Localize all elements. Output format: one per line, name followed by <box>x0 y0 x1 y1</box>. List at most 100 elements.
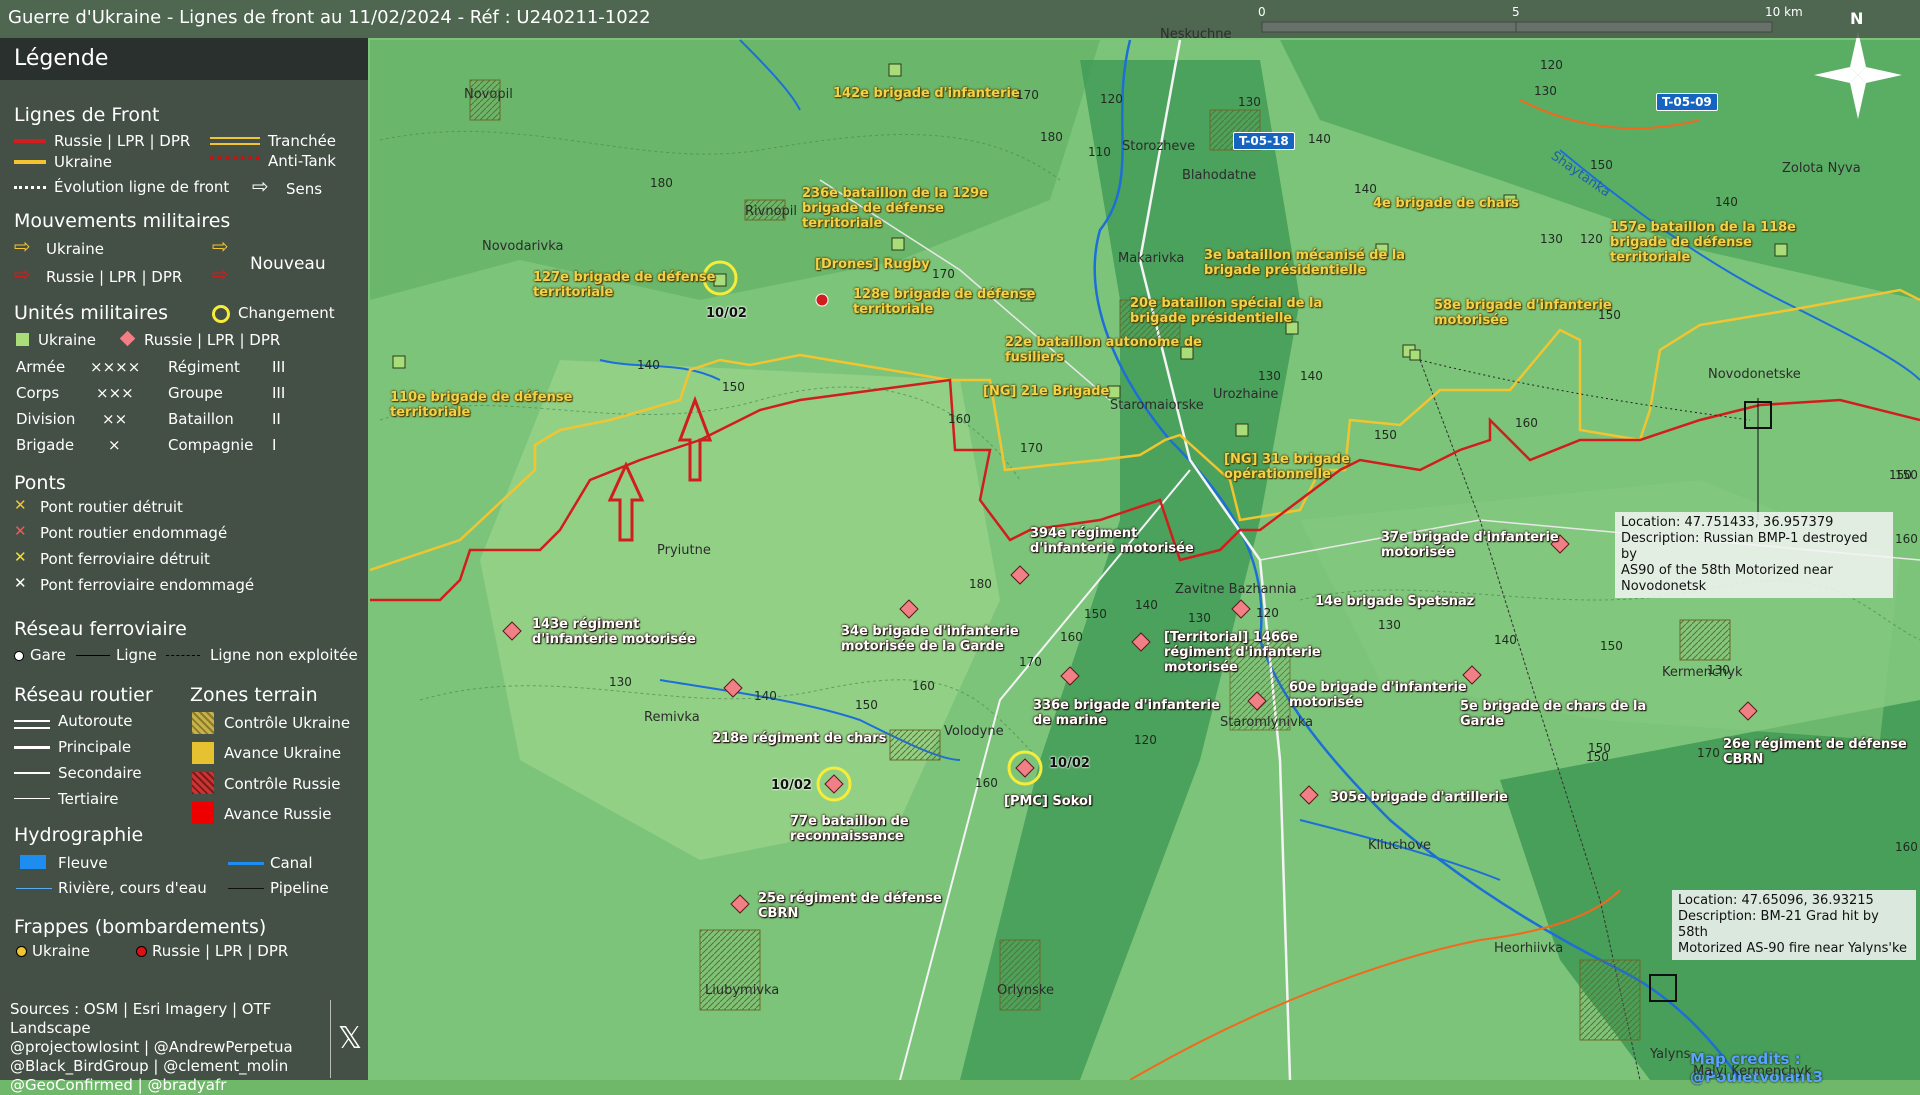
ua-unit-110[interactable]: 110e brigade de défense territoriale <box>390 390 572 420</box>
town-staromaiorske: Staromaiorske <box>1110 398 1204 413</box>
rail-non-label: Ligne non exploitée <box>210 646 358 664</box>
elevation-label: 140 <box>1354 182 1377 196</box>
ua-unit-4[interactable]: 4e brigade de chars <box>1373 196 1519 211</box>
change-date-sokol: 10/02 <box>1049 756 1090 771</box>
hydro-title: Hydrographie <box>14 824 144 846</box>
russia-line-label: Russie | LPR | DPR <box>54 132 191 150</box>
elevation-label: 130 <box>1540 232 1563 246</box>
ru-unit-5[interactable]: 5e brigade de chars de la Garde <box>1460 699 1646 729</box>
ru-unit-394[interactable]: 394e régiment d'infanterie motorisée <box>1030 526 1194 556</box>
echelon-groupe: Groupe <box>168 384 223 402</box>
elevation-label: 170 <box>1697 746 1720 760</box>
ru-unit-34[interactable]: 34e brigade d'infanterie motorisée de la… <box>841 624 1019 654</box>
elevation-label: 130 <box>1188 611 1211 625</box>
autoroute-swatch <box>14 720 50 729</box>
units-title: Unités militaires <box>14 302 169 324</box>
legend-panel: Légende Lignes de Front Russie | LPR | D… <box>0 38 368 1080</box>
ua-unit-20[interactable]: 20e bataillon spécial de la brigade prés… <box>1130 296 1322 326</box>
ru-unit-26[interactable]: 26e régiment de défense CBRN <box>1723 737 1907 767</box>
ru-unit-1466[interactable]: [Territorial] 1466e régiment d'infanteri… <box>1164 630 1321 675</box>
elevation-label: 150 <box>1895 468 1918 482</box>
zone-ua-control-swatch <box>192 712 214 734</box>
ru-unit-14[interactable]: 14e brigade Spetsnaz <box>1315 594 1474 609</box>
town-pryiutne: Pryiutne <box>657 543 711 558</box>
zone-ua-control-label: Contrôle Ukraine <box>224 714 351 732</box>
x-logo-icon[interactable]: 𝕏 <box>330 1000 369 1078</box>
elevation-label: 130 <box>609 675 632 689</box>
ru-unit-336[interactable]: 336e brigade d'infanterie de marine <box>1033 698 1220 728</box>
ua-unit-58[interactable]: 58e brigade d'infanterie motorisée <box>1434 298 1612 328</box>
elevation-label: 140 <box>754 689 777 703</box>
rail-ligne-label: Ligne <box>116 646 157 664</box>
rail-unused-swatch <box>166 655 200 656</box>
ua-unit-3[interactable]: 3e bataillon mécanisé de la brigade prés… <box>1204 248 1405 278</box>
strike-info-box-2: Location: 47.65096, 36.93215 Description… <box>1672 890 1916 960</box>
elevation-label: 160 <box>912 679 935 693</box>
zone-ua-advance-label: Avance Ukraine <box>224 744 342 762</box>
ua-unit-ng31[interactable]: [NG] 31e brigade opérationnelle <box>1224 452 1350 482</box>
ru-unit-143[interactable]: 143e régiment d'infanterie motorisée <box>532 617 696 647</box>
hydro-pipeline-label: Pipeline <box>270 879 329 897</box>
ru-unit-305[interactable]: 305e brigade d'artillerie <box>1330 790 1508 805</box>
town-heorhiivka: Heorhiivka <box>1494 941 1564 956</box>
ukraine-line-label: Ukraine <box>54 153 112 171</box>
strike-ua-label: Ukraine <box>32 942 90 960</box>
ru-unit-37[interactable]: 37e brigade d'infanterie motorisée <box>1381 530 1559 560</box>
echelon-regiment-symbol: III <box>272 358 286 376</box>
credits-line-3: @Black_BirdGroup | @clement_molin <box>10 1057 289 1075</box>
info2-desc-2: Motorized AS-90 fire near Yalyns'ke <box>1678 941 1908 956</box>
bridge-label-3: Pont ferroviaire détruit <box>40 550 210 568</box>
zones-title: Zones terrain <box>190 684 318 706</box>
tertiaire-swatch <box>14 798 50 799</box>
info1-location: Location: 47.751433, 36.957379 <box>1621 515 1834 530</box>
ua-unit-rugby[interactable]: [Drones] Rugby <box>815 257 930 272</box>
info1-desc-2: AS90 of the 58th Motorized near <box>1621 563 1833 578</box>
ru-unit-77[interactable]: 77e bataillon de reconnaissance <box>790 814 909 844</box>
station-icon <box>14 651 24 661</box>
ru-unit-sokol[interactable]: [PMC] Sokol <box>1004 794 1092 809</box>
road-autoroute-label: Autoroute <box>58 712 133 730</box>
change-date-127: 10/02 <box>706 306 747 321</box>
info1-desc-1: Description: Russian BMP-1 destroyed by <box>1621 531 1868 562</box>
ru-movement-arrow-icon: ⇨ <box>14 262 31 286</box>
zone-ru-control-swatch <box>192 772 214 794</box>
elevation-label: 160 <box>975 776 998 790</box>
front-lines-title: Lignes de Front <box>14 104 160 126</box>
ru-unit-218[interactable]: 218e régiment de chars <box>712 731 886 746</box>
elevation-label: 150 <box>1598 308 1621 322</box>
town-rivnopil: Rivnopil <box>745 204 798 219</box>
credits-line-2: @projectowlosint | @AndrewPerpetua <box>10 1038 293 1056</box>
ua-unit-127[interactable]: 127e brigade de défense territoriale <box>533 270 715 300</box>
settlement <box>699 929 761 1011</box>
elevation-label: 150 <box>855 698 878 712</box>
town-novodonetske: Novodonetske <box>1708 367 1801 382</box>
elevation-label: 120 <box>1100 92 1123 106</box>
town-neskuchne: Neskuchne <box>1160 27 1232 42</box>
road-tag-t0509: T-05-09 <box>1656 93 1718 111</box>
secondaire-swatch <box>14 772 50 774</box>
ua-unit-236[interactable]: 236e bataillon de la 129e brigade de déf… <box>802 186 988 231</box>
bridge-label-2: Pont routier endommagé <box>40 524 228 542</box>
town-kliuchove: Kliuchove <box>1368 838 1432 853</box>
ua-unit-142[interactable]: 142e brigade d'infanterie <box>833 86 1020 101</box>
movements-title: Mouvements militaires <box>14 210 231 232</box>
ua-unit-ng21[interactable]: [NG] 21e Brigade <box>983 384 1109 399</box>
direction-arrow-icon: ⇨ <box>252 174 269 198</box>
fleuve-swatch <box>20 855 46 869</box>
elevation-label: 140 <box>1494 633 1517 647</box>
settlement <box>999 939 1041 1011</box>
ru-unit-60[interactable]: 60e brigade d'infanterie motorisée <box>1289 680 1467 710</box>
ua-unit-128[interactable]: 128e brigade de défense territoriale <box>853 287 1035 317</box>
ru-unit-25[interactable]: 25e régiment de défense CBRN <box>758 891 942 921</box>
elevation-label: 180 <box>969 577 992 591</box>
hydro-fleuve-label: Fleuve <box>58 854 108 872</box>
ua-unit-22[interactable]: 22e bataillon autonome de fusiliers <box>1005 335 1202 365</box>
ua-unit-157[interactable]: 157e bataillon de la 118e brigade de déf… <box>1610 220 1796 265</box>
town-kermenchyk: Kermenchyk <box>1662 665 1743 680</box>
change-date-77: 10/02 <box>771 778 812 793</box>
elevation-label: 150 <box>1084 607 1107 621</box>
zone-ru-advance-label: Avance Russie <box>224 805 332 823</box>
scale-five: 5 <box>1512 5 1520 19</box>
elevation-label: 160 <box>1060 630 1083 644</box>
zone-ua-advance-swatch <box>192 742 214 764</box>
